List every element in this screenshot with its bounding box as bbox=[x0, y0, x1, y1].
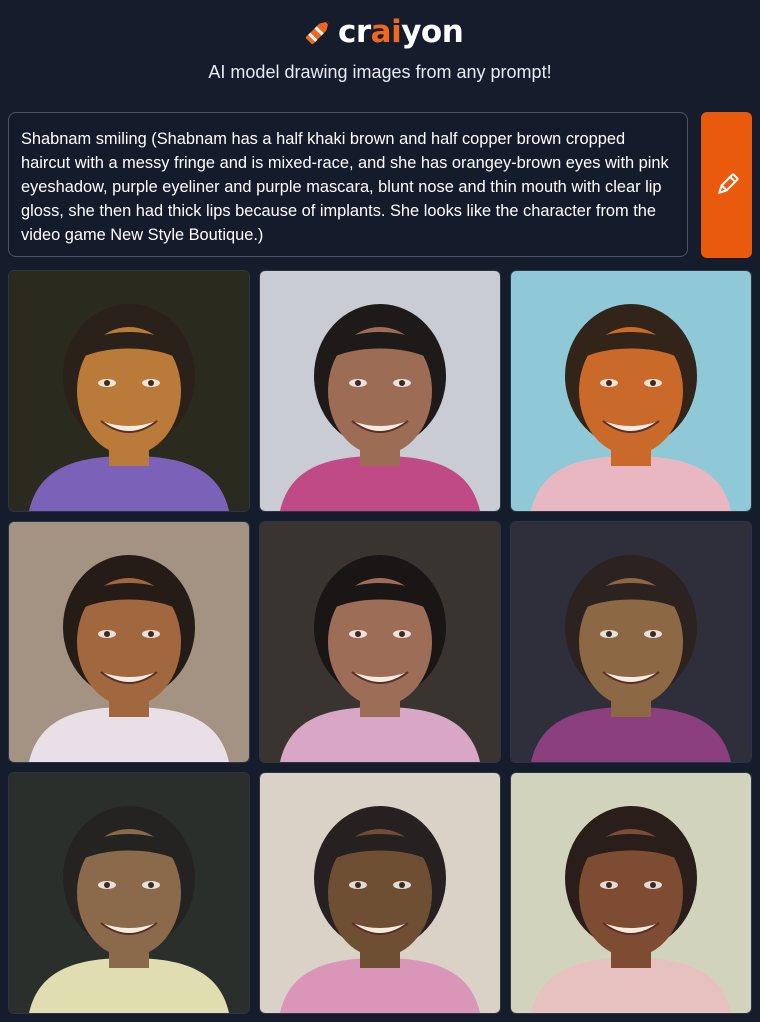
portrait-image bbox=[9, 773, 249, 1013]
generated-image[interactable] bbox=[259, 772, 501, 1014]
draw-button[interactable] bbox=[701, 112, 752, 258]
portrait-image bbox=[260, 522, 500, 762]
logo-text-part3: yon bbox=[401, 14, 464, 50]
portrait-image bbox=[260, 773, 500, 1013]
logo[interactable]: craiyon bbox=[300, 12, 464, 52]
portrait-image bbox=[511, 522, 751, 762]
generated-image[interactable] bbox=[510, 521, 752, 763]
portrait-image bbox=[260, 271, 500, 511]
crayon-icon bbox=[305, 21, 329, 45]
logo-text-part2: ai bbox=[370, 14, 402, 50]
portrait-image bbox=[9, 271, 249, 511]
generated-image[interactable] bbox=[8, 270, 250, 512]
logo-text-part1: cr bbox=[338, 14, 371, 50]
logo-wordmark: craiyon bbox=[338, 12, 464, 52]
portrait-image bbox=[511, 773, 751, 1013]
prompt-input[interactable]: Shabnam smiling (Shabnam has a half khak… bbox=[8, 112, 688, 257]
tagline: AI model drawing images from any prompt! bbox=[208, 62, 552, 82]
portrait-image bbox=[9, 522, 249, 762]
generated-image[interactable] bbox=[259, 270, 501, 512]
pencil-icon bbox=[717, 173, 739, 194]
generated-image[interactable] bbox=[510, 270, 752, 512]
generated-image[interactable] bbox=[510, 772, 752, 1014]
header: craiyon AI model drawing images from any… bbox=[0, 0, 760, 110]
image-grid bbox=[8, 270, 752, 1014]
portrait-image bbox=[511, 271, 751, 511]
generated-image[interactable] bbox=[259, 521, 501, 763]
generated-image[interactable] bbox=[8, 772, 250, 1014]
generated-image[interactable] bbox=[8, 521, 250, 763]
